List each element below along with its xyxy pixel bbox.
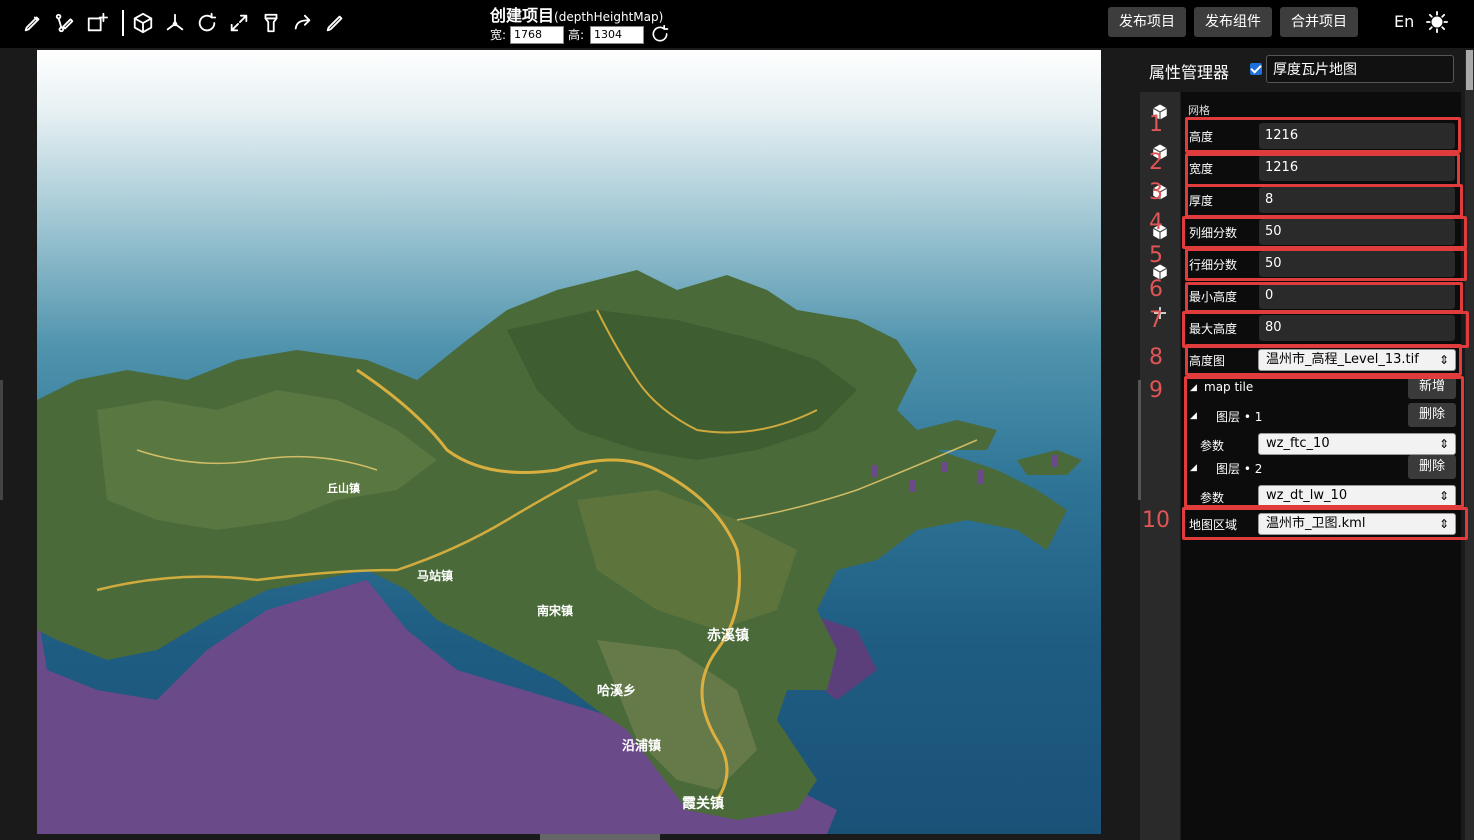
highlight-box [1182, 311, 1469, 348]
marker-number: 10 [1142, 508, 1170, 533]
marker-number: 3 [1149, 180, 1163, 205]
project-subtitle: (depthHeightMap) [554, 10, 664, 24]
visible-checkbox[interactable] [1250, 63, 1262, 75]
language-toggle[interactable]: En [1394, 12, 1414, 31]
flashlight-icon[interactable] [260, 12, 282, 34]
width-label: 宽: [490, 28, 507, 42]
highlight-box [1185, 344, 1462, 376]
highlight-box [1182, 507, 1468, 540]
map-label: 丘山镇 [327, 481, 360, 495]
marker-number: 9 [1149, 378, 1163, 403]
height-label: 高: [568, 28, 585, 42]
node-edit-icon[interactable] [54, 12, 76, 34]
sun-icon[interactable] [1426, 11, 1448, 33]
island [1017, 450, 1082, 475]
group-label: 网格 [1188, 104, 1210, 117]
pencil-icon[interactable] [22, 12, 44, 34]
highlight-box [1185, 153, 1460, 187]
toolbar-divider [122, 10, 124, 36]
island-pillar [872, 465, 878, 477]
project-title: 创建项目(depthHeightMap) [490, 2, 663, 26]
object-name-field[interactable]: 厚度瓦片地图 [1266, 55, 1454, 83]
project-title-text: 创建项目 [490, 6, 555, 25]
publish-project-button[interactable]: 发布项目 [1108, 7, 1186, 37]
marker-number: 4 [1149, 210, 1163, 235]
marker-number: 7 [1149, 308, 1163, 333]
map-label: 哈溪乡 [597, 683, 636, 699]
merge-project-button[interactable]: 合并项目 [1280, 7, 1358, 37]
panel-scrollbar[interactable] [1465, 50, 1474, 840]
width-input[interactable]: 1768 [510, 26, 564, 44]
marker-number: 1 [1149, 112, 1163, 137]
axes-icon[interactable] [164, 12, 186, 34]
island-pillar [942, 462, 947, 472]
map-label: 赤溪镇 [707, 627, 749, 644]
panel-splitter[interactable] [1138, 380, 1141, 500]
cube-icon[interactable] [132, 12, 154, 34]
highlight-box [1185, 282, 1463, 313]
highlight-box [1185, 248, 1467, 281]
top-toolbar: 创建项目(depthHeightMap) 宽: 1768 高: 1304 发布项… [0, 0, 1474, 48]
highlight-box [1182, 216, 1467, 249]
map-label: 沿浦镇 [622, 738, 661, 754]
scale-icon[interactable] [228, 12, 250, 34]
viewport-h-scrollbar[interactable] [540, 834, 660, 840]
panel-title: 属性管理器 [1149, 63, 1230, 82]
marker-number: 8 [1149, 345, 1163, 370]
3d-viewport[interactable]: 赤溪镇 霞关镇 沿浦镇 哈溪乡 马站镇 南宋镇 丘山镇 [37, 50, 1101, 834]
publish-component-button[interactable]: 发布组件 [1194, 7, 1272, 37]
highlight-box [1185, 184, 1463, 218]
island-pillar [977, 470, 983, 484]
highlight-box [1185, 117, 1461, 153]
terrain-scene: 赤溪镇 霞关镇 沿浦镇 哈溪乡 马站镇 南宋镇 丘山镇 [37, 270, 1082, 834]
map-label: 南宋镇 [537, 603, 573, 618]
redo-arrow-icon[interactable] [292, 12, 314, 34]
left-scrollbar[interactable] [0, 380, 3, 500]
edit-pen-icon[interactable] [324, 12, 346, 34]
reset-size-icon[interactable] [650, 24, 670, 44]
scrollbar-thumb[interactable] [1466, 50, 1473, 90]
highlight-box [1184, 376, 1464, 508]
island-pillar [1052, 455, 1057, 467]
marker-number: 2 [1149, 150, 1163, 175]
map-label: 霞关镇 [682, 795, 724, 812]
rotate-icon[interactable] [196, 12, 218, 34]
island-pillar [909, 480, 915, 492]
map-label: 马站镇 [417, 568, 453, 583]
marker-number: 5 [1149, 243, 1163, 268]
height-input[interactable]: 1304 [590, 26, 644, 44]
marker-number: 6 [1149, 277, 1163, 302]
add-frame-icon[interactable] [86, 12, 108, 34]
